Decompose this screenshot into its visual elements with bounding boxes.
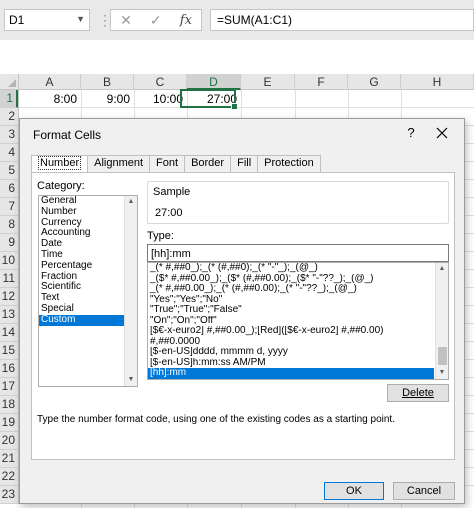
format-code-list[interactable]: _(* #,##0_);_(* (#,##0);_(* "-"_);_(@_) … [147,262,449,380]
row-header[interactable]: 8 [0,216,18,234]
sample-group: Sample 27:00 [147,181,449,224]
formula-bar: D1 ▼ ⋮ ✕ ✓ fx =SUM(A1:C1) [0,0,474,40]
dialog-title: Format Cells [33,128,102,142]
row-header[interactable]: 1 [0,90,18,108]
chevron-up-icon[interactable]: ▲ [125,196,137,208]
tab-fill[interactable]: Fill [230,155,259,172]
column-header-e[interactable]: E [241,74,295,90]
cell-a1[interactable]: 8:00 [19,90,81,108]
row-header[interactable]: 13 [0,306,18,324]
delete-button[interactable]: Delete [387,384,449,402]
formula-text: =SUM(A1:C1) [217,13,293,27]
formula-buttons: ✕ ✓ fx [110,9,202,31]
format-code-item[interactable]: #,##0.0000 [148,337,434,348]
row-header[interactable]: 12 [0,288,18,306]
dialog-tabs: Number Alignment Font Border Fill Protec… [31,155,321,173]
category-item-selected[interactable]: Custom [39,314,125,326]
row-header[interactable]: 10 [0,252,18,270]
row-header[interactable]: 14 [0,324,18,342]
type-label: Type: [147,230,174,242]
row-header[interactable]: 17 [0,378,18,396]
tab-protection[interactable]: Protection [257,155,321,172]
row-header[interactable]: 2 [0,108,18,126]
row-header[interactable]: 15 [0,342,18,360]
row-header[interactable]: 4 [0,144,18,162]
row-header[interactable]: 3 [0,126,18,144]
column-header-b[interactable]: B [81,74,134,90]
select-all-corner[interactable] [0,74,19,90]
row-headers: 1 2 3 4 5 6 7 8 9 10 11 12 13 14 15 16 1… [0,90,19,504]
tab-label: Number [38,156,82,170]
format-code-scrollbar[interactable]: ▲ ▼ [435,263,448,379]
tab-border[interactable]: Border [184,155,232,172]
tab-number[interactable]: Number [31,155,89,173]
row-header[interactable]: 16 [0,360,18,378]
category-item[interactable]: Number [39,206,125,218]
column-header-d[interactable]: D [187,74,241,90]
formula-input[interactable]: =SUM(A1:C1) [210,9,474,31]
column-headers: A B C D E F G H [19,74,474,90]
close-button[interactable] [430,123,454,143]
column-header-h[interactable]: H [401,74,474,90]
close-icon [436,127,448,139]
row-header[interactable]: 11 [0,270,18,288]
hint-text: Type the number format code, using one o… [37,414,395,425]
cancel-entry-icon[interactable]: ✕ [120,12,132,29]
format-code-item[interactable]: "True";"True";"False" [148,305,434,316]
category-list[interactable]: General Number Currency Accounting Date … [38,195,138,387]
row-header[interactable]: 20 [0,432,18,450]
category-scrollbar[interactable]: ▲ ▼ [124,196,137,386]
enter-entry-icon[interactable]: ✓ [150,12,162,29]
sample-label: Sample [153,186,191,198]
format-code-item-selected[interactable]: [hh]:mm [148,368,434,379]
ok-button[interactable]: OK [324,482,384,500]
column-header-g[interactable]: G [348,74,401,90]
chevron-down-icon[interactable]: ▼ [436,367,448,379]
row-header[interactable]: 9 [0,234,18,252]
format-cells-dialog: Format Cells ? Number Alignment Font Bor… [19,118,465,504]
category-label: Category: [37,180,85,192]
format-code-item[interactable]: "Yes";"Yes";"No" [148,295,434,306]
insert-function-icon[interactable]: fx [180,13,192,28]
column-header-f[interactable]: F [295,74,348,90]
format-code-item[interactable]: [$€-x-euro2] #,##0.00_);[Red]([$€-x-euro… [148,326,434,337]
row-header[interactable]: 7 [0,198,18,216]
active-cell-border [180,89,238,110]
category-item[interactable]: Percentage [39,260,125,272]
chevron-up-icon[interactable]: ▲ [436,263,448,275]
sample-value: 27:00 [155,207,183,219]
cell-b1[interactable]: 9:00 [81,90,134,108]
column-header-c[interactable]: C [134,74,187,90]
format-code-item[interactable]: _(* #,##0_);_(* (#,##0);_(* "-"_);_(@_) [148,263,434,274]
tab-font[interactable]: Font [149,155,186,172]
number-tab-panel: Category: General Number Currency Accoun… [31,172,455,460]
name-box[interactable]: D1 ▼ [4,9,90,31]
type-input[interactable] [147,244,449,262]
row-header[interactable]: 18 [0,396,18,414]
tab-alignment[interactable]: Alignment [87,155,151,172]
chevron-down-icon[interactable]: ▼ [125,374,137,386]
help-button[interactable]: ? [403,125,419,140]
row-header[interactable]: 6 [0,180,18,198]
scrollbar-thumb[interactable] [438,347,447,365]
row-header[interactable]: 5 [0,162,18,180]
row-header[interactable]: 22 [0,468,18,486]
row-header[interactable]: 19 [0,414,18,432]
cancel-button[interactable]: Cancel [393,482,455,500]
format-code-item[interactable]: "On";"On";"Off" [148,316,434,327]
name-box-value: D1 [9,13,25,27]
format-code-item[interactable]: [$-en-US]h:mm:ss AM/PM [148,358,434,369]
row-header[interactable]: 21 [0,450,18,468]
format-code-item[interactable]: _($* #,##0.00_);_($* (#,##0.00);_($* "-"… [148,274,434,285]
delete-button-label: Delete [402,387,434,399]
row-header[interactable]: 23 [0,486,18,504]
format-code-item[interactable]: [$-en-US]dddd, mmmm d, yyyy [148,347,434,358]
chevron-down-icon[interactable]: ▼ [76,14,85,24]
format-code-item[interactable]: _(* #,##0.00_);_(* (#,##0.00);_(* "-"??_… [148,284,434,295]
column-header-a[interactable]: A [19,74,81,90]
